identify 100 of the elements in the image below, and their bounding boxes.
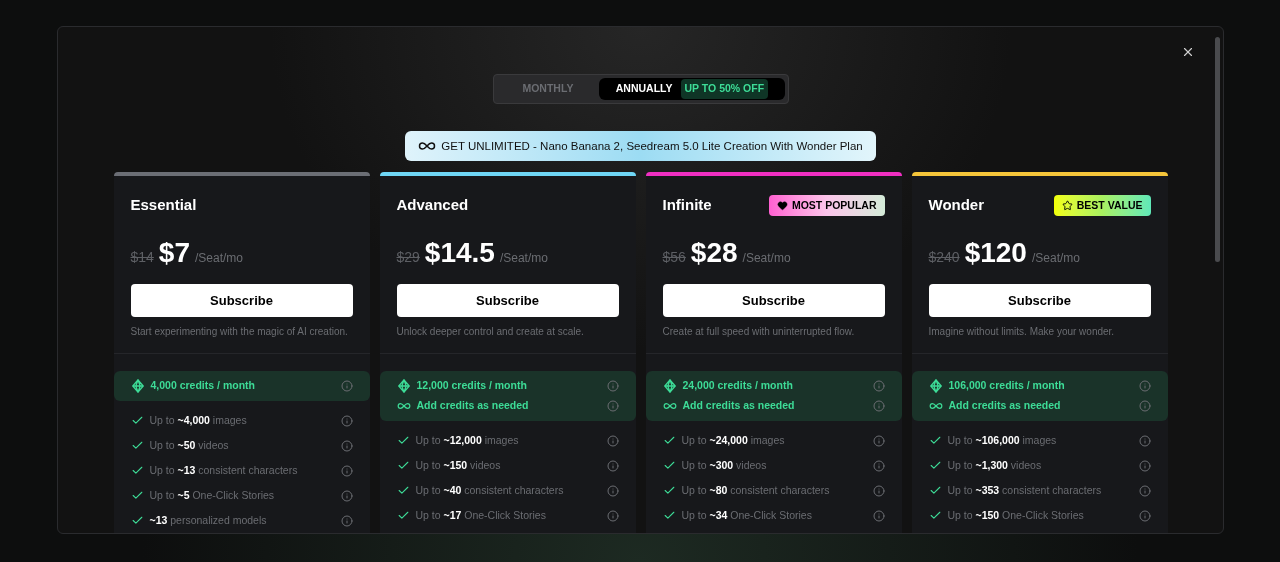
info-icon[interactable]: [1138, 484, 1151, 497]
price-unit: /Seat/mo: [1031, 250, 1080, 267]
info-icon[interactable]: [340, 439, 353, 452]
feature-text: Up to ~24,000 images: [681, 432, 786, 448]
feature-text: Up to ~40 consistent characters: [415, 482, 565, 498]
info-icon[interactable]: [1138, 400, 1151, 412]
subscribe-button[interactable]: Subscribe: [662, 284, 885, 317]
diamond-icon: [396, 379, 411, 393]
plan-name: Infinite: [662, 195, 712, 216]
info-icon[interactable]: [606, 434, 619, 447]
plan-badge: BEST VALUE: [1053, 195, 1151, 216]
old-price: $14: [130, 248, 154, 267]
check-icon: [130, 439, 144, 452]
feature-text: Up to ~150 One-Click Stories: [947, 507, 1085, 523]
info-icon[interactable]: [606, 400, 619, 412]
check-icon: [928, 509, 942, 522]
diamond-icon: [928, 379, 943, 393]
feature-text: Up to ~34 One-Click Stories: [681, 507, 813, 523]
feature-text: Up to ~50 videos: [149, 437, 230, 453]
check-icon: [928, 484, 942, 497]
price: $28: [690, 239, 738, 267]
diamond-icon: [130, 379, 145, 393]
info-icon[interactable]: [340, 414, 353, 427]
check-icon: [396, 484, 410, 497]
credits-text: Add credits as needed: [682, 398, 796, 414]
credits-text: Add credits as needed: [416, 398, 530, 414]
info-icon[interactable]: [1138, 459, 1151, 472]
price-unit: /Seat/mo: [499, 250, 548, 267]
plan-badge: MOST POPULAR: [768, 195, 885, 216]
old-price: $56: [662, 248, 686, 267]
info-icon[interactable]: [340, 489, 353, 502]
plan-description: Unlock deeper control and create at scale.: [396, 325, 585, 339]
info-icon[interactable]: [1138, 434, 1151, 447]
price-unit: /Seat/mo: [742, 250, 791, 267]
subscribe-button[interactable]: Subscribe: [928, 284, 1151, 317]
info-icon[interactable]: [606, 380, 619, 392]
info-icon[interactable]: [340, 380, 353, 392]
plan-name: Advanced: [396, 195, 469, 216]
check-icon: [662, 509, 676, 522]
info-icon[interactable]: [872, 459, 885, 472]
check-icon: [928, 459, 942, 472]
feature-text: Up to ~13 consistent characters: [149, 462, 299, 478]
plan-name: Essential: [130, 195, 197, 216]
heart-icon: [776, 200, 788, 211]
plan-description: Create at full speed with uninterrupted flow.: [662, 325, 856, 339]
billing-option[interactable]: ANNUALLY UP TO 50% OFF: [599, 78, 785, 101]
feature-text: Up to ~17 One-Click Stories: [415, 507, 547, 523]
credits-text: Add credits as needed: [948, 398, 1062, 414]
info-icon[interactable]: [872, 484, 885, 497]
info-icon[interactable]: [1138, 509, 1151, 522]
price: $120: [964, 239, 1027, 267]
feature-text: Up to ~150 videos: [415, 457, 502, 473]
old-price: $240: [928, 248, 960, 267]
subscribe-button[interactable]: Subscribe: [130, 284, 353, 317]
subscribe-button[interactable]: Subscribe: [396, 284, 619, 317]
info-icon[interactable]: [606, 509, 619, 522]
check-icon: [396, 509, 410, 522]
check-icon: [130, 464, 144, 477]
feature-text: Up to ~106,000 images: [947, 432, 1058, 448]
plan-name: Wonder: [928, 195, 985, 216]
plan-description: Start experimenting with the magic of AI creation.: [130, 325, 349, 339]
feature-text: Up to ~12,000 images: [415, 432, 520, 448]
check-icon: [130, 514, 144, 527]
info-icon[interactable]: [340, 514, 353, 527]
check-icon: [396, 459, 410, 472]
close-button[interactable]: [1181, 45, 1195, 59]
feature-text: Up to ~300 videos: [681, 457, 768, 473]
info-icon[interactable]: [606, 484, 619, 497]
discount-badge: UP TO 50% OFF: [680, 79, 769, 99]
credits-text: 24,000 credits / month: [682, 378, 794, 394]
credits-text: 4,000 credits / month: [150, 378, 256, 394]
banner-text: GET UNLIMITED - Nano Banana 2, Seedream 5.0 Lite Creation With Wonder Plan: [441, 138, 863, 154]
feature-text: Up to ~353 consistent characters: [947, 482, 1103, 498]
feature-text: ~13 personalized models: [149, 512, 268, 528]
info-icon[interactable]: [1138, 380, 1151, 392]
price: $7: [158, 239, 190, 267]
promo-banner[interactable]: GET UNLIMITED - Nano Banana 2, Seedream 5.0 Lite Creation With Wonder Plan: [405, 131, 876, 161]
credits-text: 106,000 credits / month: [948, 378, 1066, 394]
check-icon: [662, 484, 676, 497]
check-icon: [662, 434, 676, 447]
info-icon[interactable]: [872, 400, 885, 412]
info-icon[interactable]: [872, 509, 885, 522]
check-icon: [928, 434, 942, 447]
info-icon[interactable]: [872, 380, 885, 392]
price: $14.5: [424, 239, 495, 267]
check-icon: [130, 489, 144, 502]
info-icon[interactable]: [872, 434, 885, 447]
feature-text: Up to ~4,000 images: [149, 412, 248, 428]
info-icon[interactable]: [606, 459, 619, 472]
diamond-icon: [662, 379, 677, 393]
credits-text: 12,000 credits / month: [416, 378, 528, 394]
feature-text: Up to ~5 One-Click Stories: [149, 487, 276, 503]
feature-text: Up to ~80 consistent characters: [681, 482, 831, 498]
price-unit: /Seat/mo: [195, 250, 244, 267]
check-icon: [662, 459, 676, 472]
feature-text: Up to ~1,300 videos: [947, 457, 1043, 473]
plan-description: Imagine without limits. Make your wonder.: [928, 325, 1116, 339]
info-icon[interactable]: [340, 464, 353, 477]
old-price: $29: [396, 248, 420, 267]
check-icon: [130, 414, 144, 427]
